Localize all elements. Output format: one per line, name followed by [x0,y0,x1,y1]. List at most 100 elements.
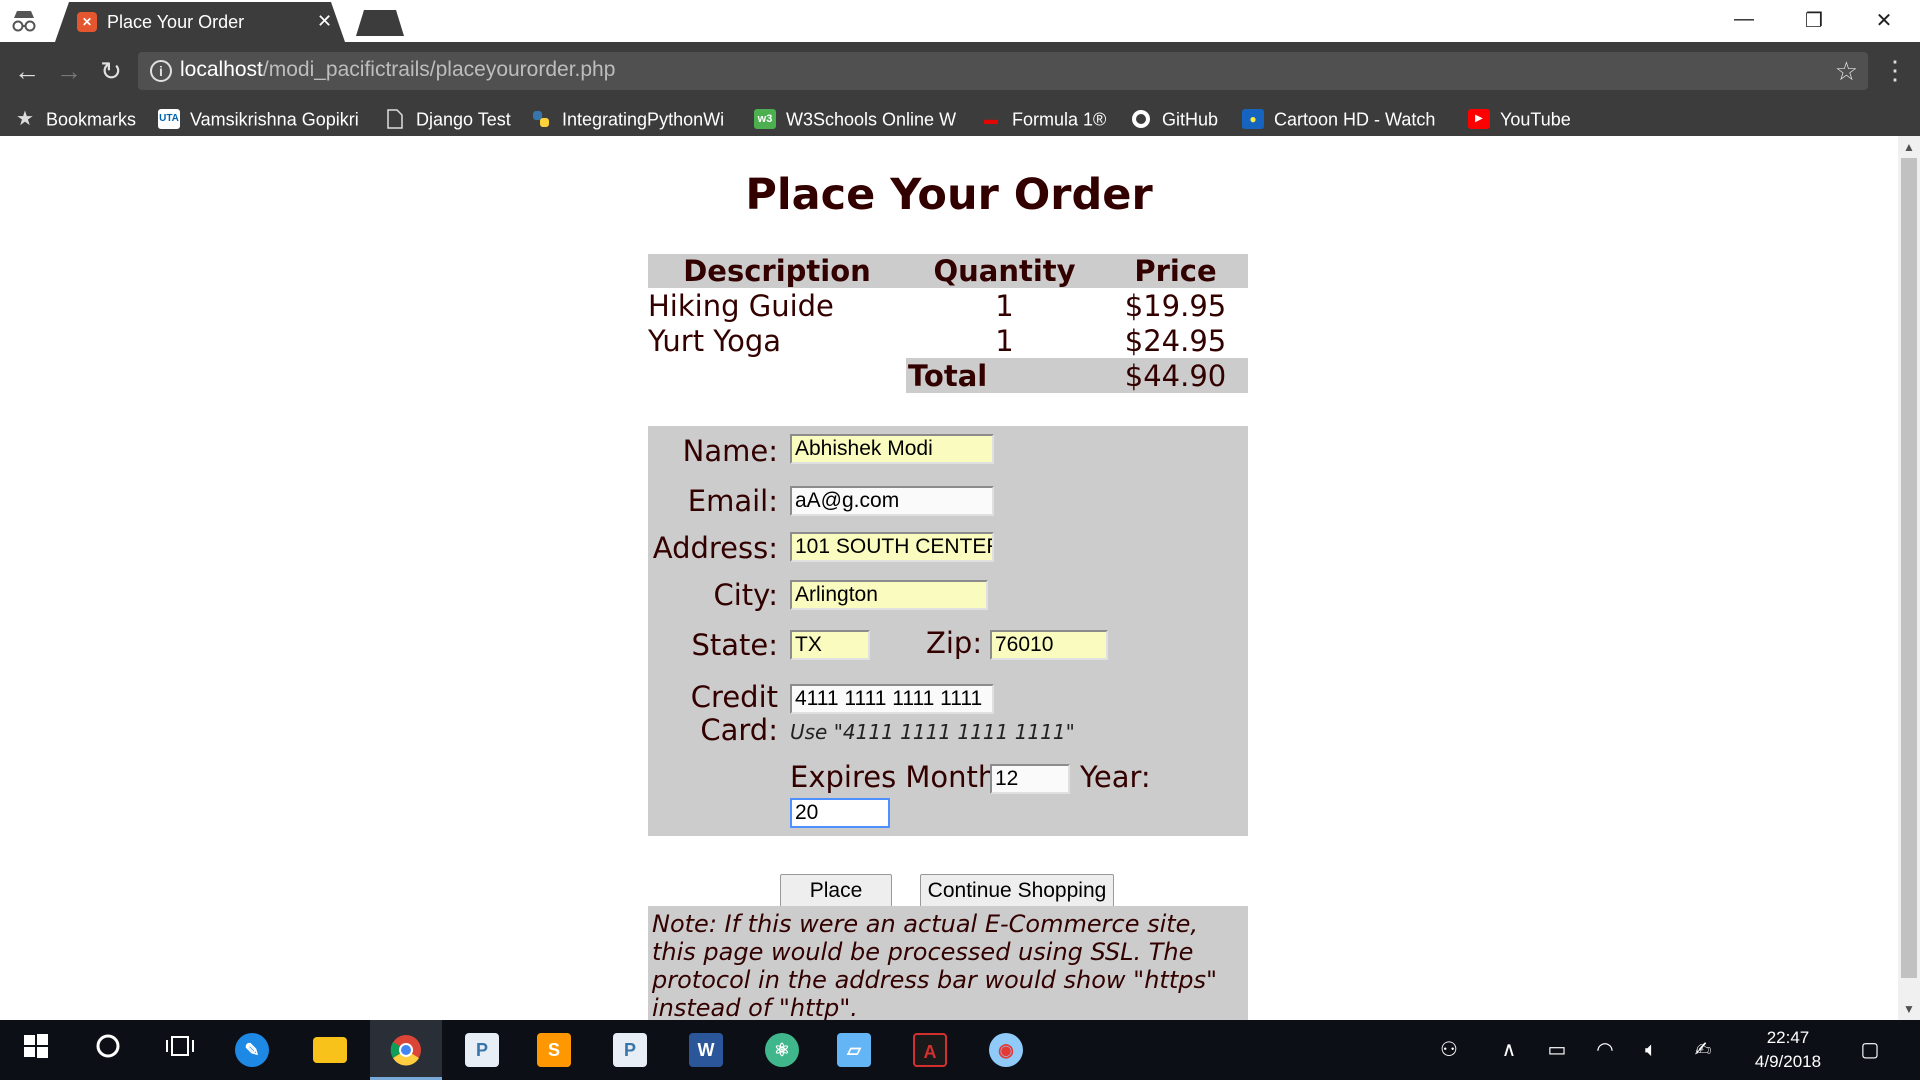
volume-icon[interactable]: 🔈︎ [1634,1020,1668,1080]
credit-card-field[interactable]: 4111 1111 1111 1111 [790,684,994,714]
total-spacer [648,358,906,393]
taskbar-python-file-2[interactable]: P [594,1020,666,1080]
tab-title: Place Your Order [107,12,245,32]
forward-button[interactable]: → [52,54,86,88]
item-description: Hiking Guide [648,288,834,323]
task-view-button[interactable] [144,1020,216,1080]
email-field[interactable]: aA@g.com [790,486,994,516]
state-field[interactable]: TX [790,630,870,660]
tab-place-your-order[interactable]: ✕ Place Your Order ✕ [55,2,345,42]
chrome-icon [389,1033,423,1067]
cartoon-hd-icon: ● [1242,109,1264,130]
show-hidden-icons-chevron-icon[interactable]: ∧ [1492,1020,1526,1080]
windows-logo-icon [19,1033,53,1067]
taskbar-file-explorer[interactable] [294,1020,366,1080]
scroll-down-arrow-icon[interactable]: ▼ [1898,998,1920,1020]
battery-icon[interactable]: ▭ [1540,1020,1574,1080]
taskbar-app-network[interactable]: ✎ [216,1020,288,1080]
python-icon [530,109,552,129]
uta-icon: UTA [158,109,180,130]
bookmark-w3schools[interactable]: w3 W3Schools Online W [754,104,962,132]
email-label: Email: [687,484,778,518]
address-field[interactable]: 101 SOUTH CENTER ST A [790,532,994,562]
bookmark-vamsikrishna[interactable]: UTA Vamsikrishna Gopikri [158,104,364,132]
header-description: Description [648,254,906,288]
taskbar-acrobat[interactable]: A [894,1020,966,1080]
year-label: Year: [1080,760,1151,794]
action-center-icon[interactable]: ▢ [1852,1020,1888,1080]
python-file-icon: P [465,1032,499,1067]
taskbar-sublime[interactable]: S [518,1020,590,1080]
tab-close-icon[interactable]: ✕ [317,11,332,32]
system-clock[interactable]: 22:47 4/9/2018 [1728,1026,1848,1074]
bookmark-github[interactable]: GitHub [1130,104,1230,132]
taskbar-python-file[interactable]: P [446,1020,518,1080]
people-icon[interactable]: ⚇ [1432,1020,1466,1080]
item-quantity: 1 [995,323,1014,358]
table-row: Yurt Yoga 1 $24.95 [648,323,1248,358]
taskbar-notes[interactable]: ▱ [818,1020,890,1080]
minimize-button[interactable]: — [1724,8,1764,34]
reload-button[interactable]: ↻ [94,54,128,88]
credit-card-hint: Use "4111 1111 1111 1111" [790,720,1075,744]
credit-label: Credit [690,680,778,714]
zip-label: Zip: [926,626,983,660]
url-text[interactable]: localhost/modi_pacifictrails/placeyouror… [180,58,615,82]
back-button[interactable]: ← [10,54,44,88]
year-field[interactable]: 20 [790,798,890,828]
bookmark-integrating-python[interactable]: IntegratingPythonWi [530,104,736,132]
page-title: Place Your Order [745,170,1153,220]
order-form: Name: Abhishek Modi Email: aA@g.com Addr… [648,426,1248,836]
order-table: Description Quantity Price Hiking Guide … [648,254,1248,393]
sublime-text-icon: S [537,1032,571,1067]
address-bar[interactable]: i localhost/modi_pacifictrails/placeyour… [138,52,1868,90]
cortana-button[interactable] [72,1020,144,1080]
network-app-icon: ✎ [235,1032,269,1067]
bookmark-django-test[interactable]: Django Test [384,104,514,132]
python-file-icon: P [613,1032,647,1067]
notes-icon: ▱ [837,1032,871,1067]
taskbar-word[interactable]: W [670,1020,742,1080]
taskbar-atom[interactable]: ⚛ [746,1020,818,1080]
continue-shopping-button[interactable]: Continue Shopping [920,874,1114,908]
new-tab-button[interactable] [356,10,404,36]
site-info-icon[interactable]: i [150,60,172,82]
taskbar-chrome[interactable] [370,1020,442,1080]
address-label: Address: [652,531,778,565]
month-field[interactable]: 12 [990,764,1070,794]
close-window-button[interactable]: ✕ [1864,8,1904,34]
task-view-icon [163,1033,197,1067]
item-quantity: 1 [995,288,1014,323]
w3schools-icon: w3 [754,109,776,130]
bookmark-cartoon-hd[interactable]: ● Cartoon HD - Watch [1242,104,1446,132]
name-field[interactable]: Abhishek Modi [790,434,994,464]
name-label: Name: [682,434,778,468]
clock-time: 22:47 [1766,1028,1810,1047]
wifi-icon[interactable]: ◠ [1588,1020,1622,1080]
card-label: Card: [700,713,778,747]
item-description: Yurt Yoga [648,323,782,358]
pen-workspace-icon[interactable]: ✍︎ [1686,1020,1720,1080]
table-row: Hiking Guide 1 $19.95 [648,288,1248,323]
incognito-icon[interactable] [10,8,38,34]
cortana-circle-icon [91,1033,125,1067]
folder-icon [313,1036,347,1063]
chrome-menu-button[interactable]: ⋮ [1880,54,1910,88]
taskbar-paint[interactable]: ◉ [970,1020,1042,1080]
bookmark-formula1[interactable]: ▬ Formula 1® [980,104,1116,132]
scroll-thumb[interactable] [1901,158,1917,978]
bookmark-star-icon[interactable]: ☆ [1835,56,1858,87]
city-field[interactable]: Arlington [790,580,988,610]
github-icon [1130,109,1152,129]
atom-icon: ⚛ [765,1032,799,1067]
item-price: $24.95 [1124,323,1227,358]
bookmark-youtube[interactable]: ▶ YouTube [1468,104,1592,132]
start-button[interactable] [0,1020,72,1080]
restore-button[interactable]: ❐ [1794,8,1834,34]
bookmark-apps[interactable]: ★ Bookmarks [14,104,142,132]
place-order-button[interactable]: Place Order [780,874,892,934]
vertical-scrollbar[interactable]: ▲ ▼ [1898,136,1920,1020]
scroll-up-arrow-icon[interactable]: ▲ [1898,136,1920,158]
total-value: $44.90 [1103,358,1248,393]
zip-field[interactable]: 76010 [990,630,1108,660]
